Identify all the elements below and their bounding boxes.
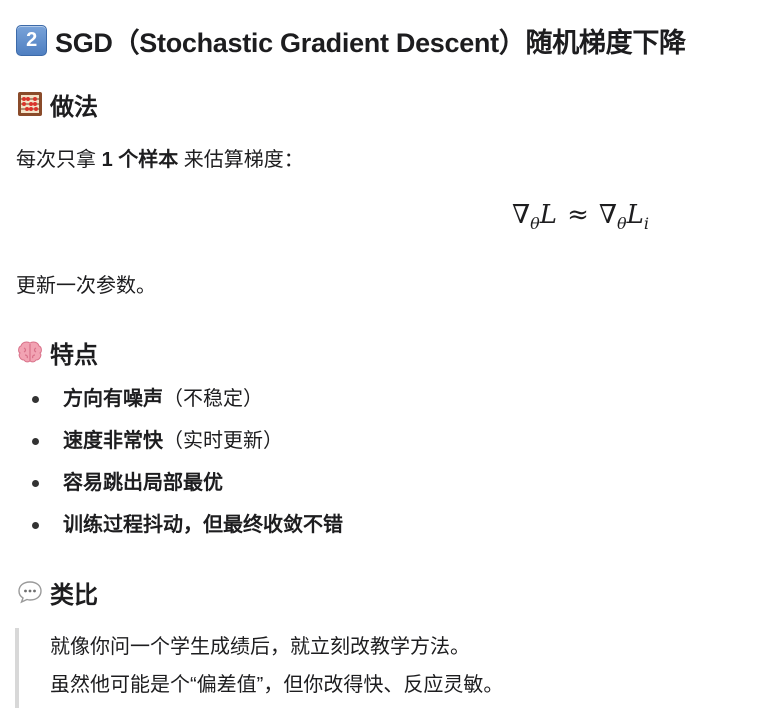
formula-theta-2: θ	[617, 214, 627, 233]
formula-approx: ≈	[567, 200, 589, 230]
list-item: 方向有噪声（不稳定）	[30, 378, 343, 420]
formula-nabla: ∇	[512, 200, 531, 230]
document-page: 2 SGD（Stochastic Gradient Descent）随机梯度下降…	[0, 0, 772, 722]
formula-index: i	[643, 214, 650, 233]
abacus-icon	[16, 90, 44, 118]
analogy-blockquote: 就像你问一个学生成绩后，就立刻改教学方法。 虽然他可能是个“偏差值”，但你改得快…	[15, 628, 665, 708]
keycap-number-icon: 2	[16, 24, 47, 56]
features-list: 方向有噪声（不稳定） 速度非常快（实时更新） 容易跳出局部最优 训练过程抖动，但…	[30, 378, 343, 546]
method-intro: 每次只拿 1 个样本 来估算梯度：	[16, 146, 304, 174]
formula-nabla-2: ∇	[598, 200, 618, 230]
bullet-dot-icon	[32, 480, 39, 487]
section-heading: 2 SGD（Stochastic Gradient Descent）随机梯度下降	[16, 18, 686, 62]
feature-note: （不稳定）	[163, 388, 263, 410]
features-heading: 特点	[16, 334, 98, 370]
section-title: SGD（Stochastic Gradient Descent）随机梯度下降	[55, 27, 686, 58]
feature-note: （实时更新）	[163, 430, 283, 452]
speech-bubble-icon	[16, 578, 44, 606]
bullet-dot-icon	[32, 438, 39, 445]
feature-strong: 训练过程抖动，但最终收敛不错	[63, 514, 343, 536]
formula-loss: L	[539, 200, 558, 230]
list-item: 容易跳出局部最优	[30, 462, 343, 504]
analogy-heading-label: 类比	[50, 581, 98, 609]
quote-line: 就像你问一个学生成绩后，就立刻改教学方法。	[50, 636, 470, 658]
formula-loss-2: L	[626, 200, 644, 230]
bullet-dot-icon	[32, 396, 39, 403]
intro-bold-text: 1 个样本	[101, 149, 179, 171]
method-heading-label: 做法	[50, 93, 98, 121]
bullet-dot-icon	[32, 522, 39, 529]
intro-text-end: 来估算梯度：	[178, 149, 304, 171]
formula-theta: θ	[530, 214, 540, 233]
brain-icon	[16, 338, 44, 366]
intro-text: 每次只拿	[16, 149, 102, 171]
list-item: 训练过程抖动，但最终收敛不错	[30, 504, 343, 546]
feature-strong: 速度非常快	[63, 430, 163, 452]
method-outro: 更新一次参数。	[16, 275, 156, 297]
quote-line: 虽然他可能是个“偏差值”，但你改得快、反应灵敏。	[50, 674, 504, 696]
method-heading: 做法	[16, 86, 98, 122]
feature-strong: 容易跳出局部最优	[63, 472, 223, 494]
feature-strong: 方向有噪声	[63, 388, 163, 410]
list-item: 速度非常快（实时更新）	[30, 420, 343, 462]
gradient-formula: ∇θL ≈ ∇θLi	[512, 200, 649, 233]
analogy-heading: 类比	[16, 574, 98, 610]
features-heading-label: 特点	[50, 341, 98, 369]
